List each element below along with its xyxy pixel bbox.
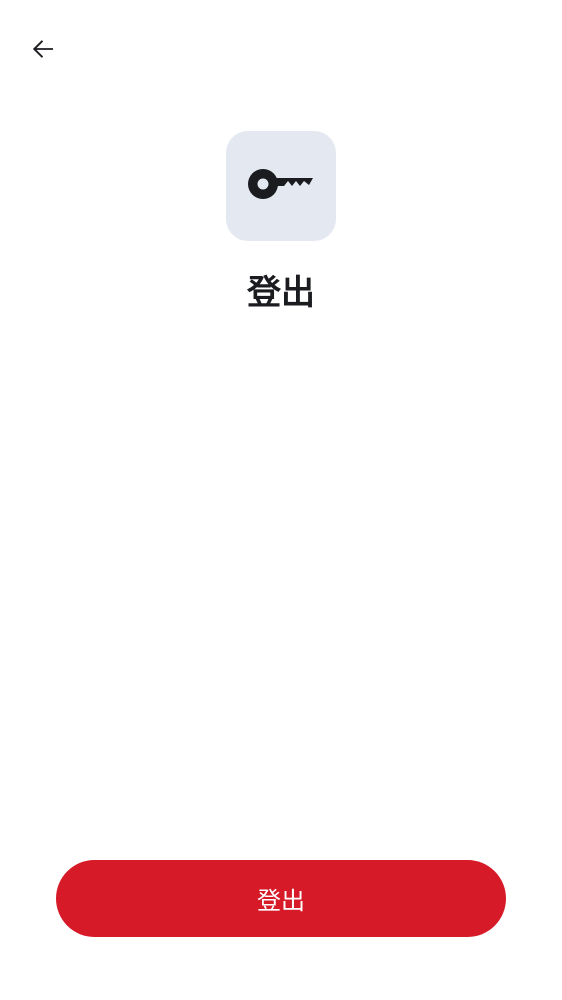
arrow-left-icon [28,34,58,68]
logout-button[interactable]: 登出 [56,860,506,937]
key-icon [246,164,316,208]
key-icon-tile [226,131,336,241]
page-title: 登出 [247,273,315,313]
back-button[interactable] [22,30,64,72]
